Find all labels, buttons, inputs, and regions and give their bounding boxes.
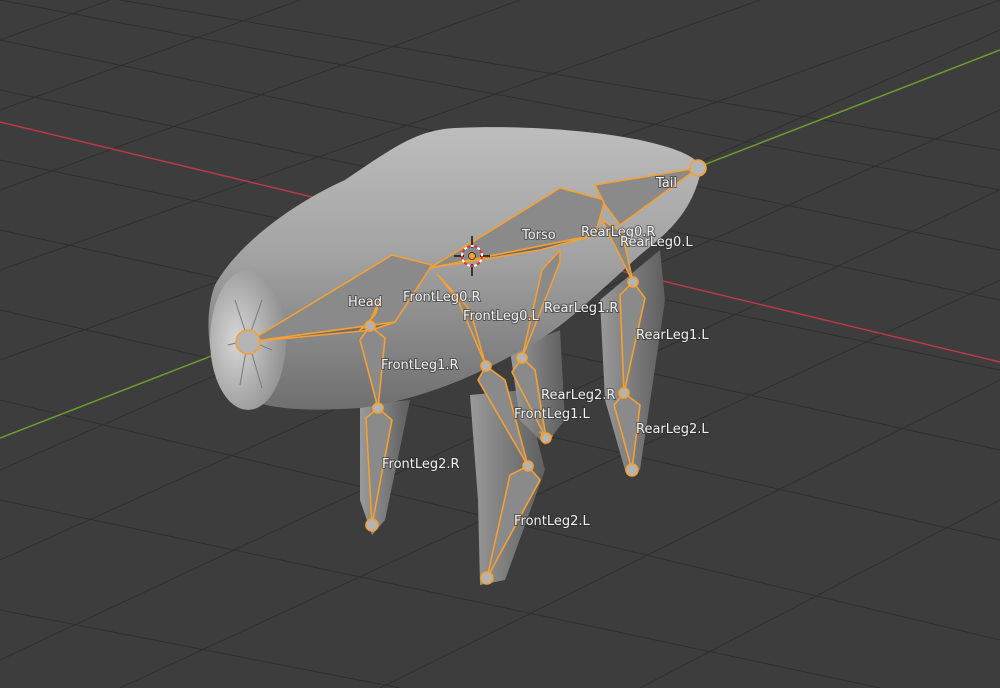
joint-frontleg-l-knee[interactable] [522, 460, 534, 472]
joint-rearleg-l-knee[interactable] [618, 387, 630, 399]
label-frontleg0-l: FrontLeg0.L [463, 309, 540, 324]
label-frontleg2-r: FrontLeg2.R [382, 457, 460, 472]
label-tail: Tail [655, 176, 677, 191]
joint-rearleg-r-foot[interactable] [540, 432, 552, 444]
joint-frontleg-l-hip[interactable] [480, 360, 492, 372]
joint-frontleg-r-knee[interactable] [372, 402, 384, 414]
viewport-canvas[interactable]: Head Torso Tail FrontLeg0.R FrontLeg0.L … [0, 0, 1000, 688]
label-frontleg2-l: FrontLeg2.L [514, 514, 591, 529]
label-frontleg0-r: FrontLeg0.R [403, 290, 481, 305]
joint-rearleg-r-hip[interactable] [516, 352, 528, 364]
joint-rearleg-l-hip[interactable] [627, 276, 639, 288]
label-rearleg1-l: RearLeg1.L [636, 328, 709, 343]
joint-frontleg-l-foot[interactable] [480, 571, 494, 585]
joint-tail-tip[interactable] [689, 159, 707, 177]
label-rearleg1-r: RearLeg1.R [544, 301, 618, 316]
joint-frontleg-r-hip[interactable] [364, 320, 376, 332]
label-frontleg1-r: FrontLeg1.R [381, 358, 459, 373]
label-head: Head [348, 295, 382, 310]
label-rearleg0-l: RearLeg0.L [620, 235, 693, 250]
3d-viewport[interactable]: Head Torso Tail FrontLeg0.R FrontLeg0.L … [0, 0, 1000, 688]
label-rearleg2-r: RearLeg2.R [541, 388, 615, 403]
label-frontleg1-l: FrontLeg1.L [514, 407, 591, 422]
label-torso: Torso [521, 228, 556, 243]
joint-rearleg-l-foot[interactable] [625, 463, 639, 477]
joint-head-root[interactable] [235, 329, 261, 355]
joint-frontleg-r-foot[interactable] [365, 518, 379, 532]
label-rearleg2-l: RearLeg2.L [636, 422, 709, 437]
